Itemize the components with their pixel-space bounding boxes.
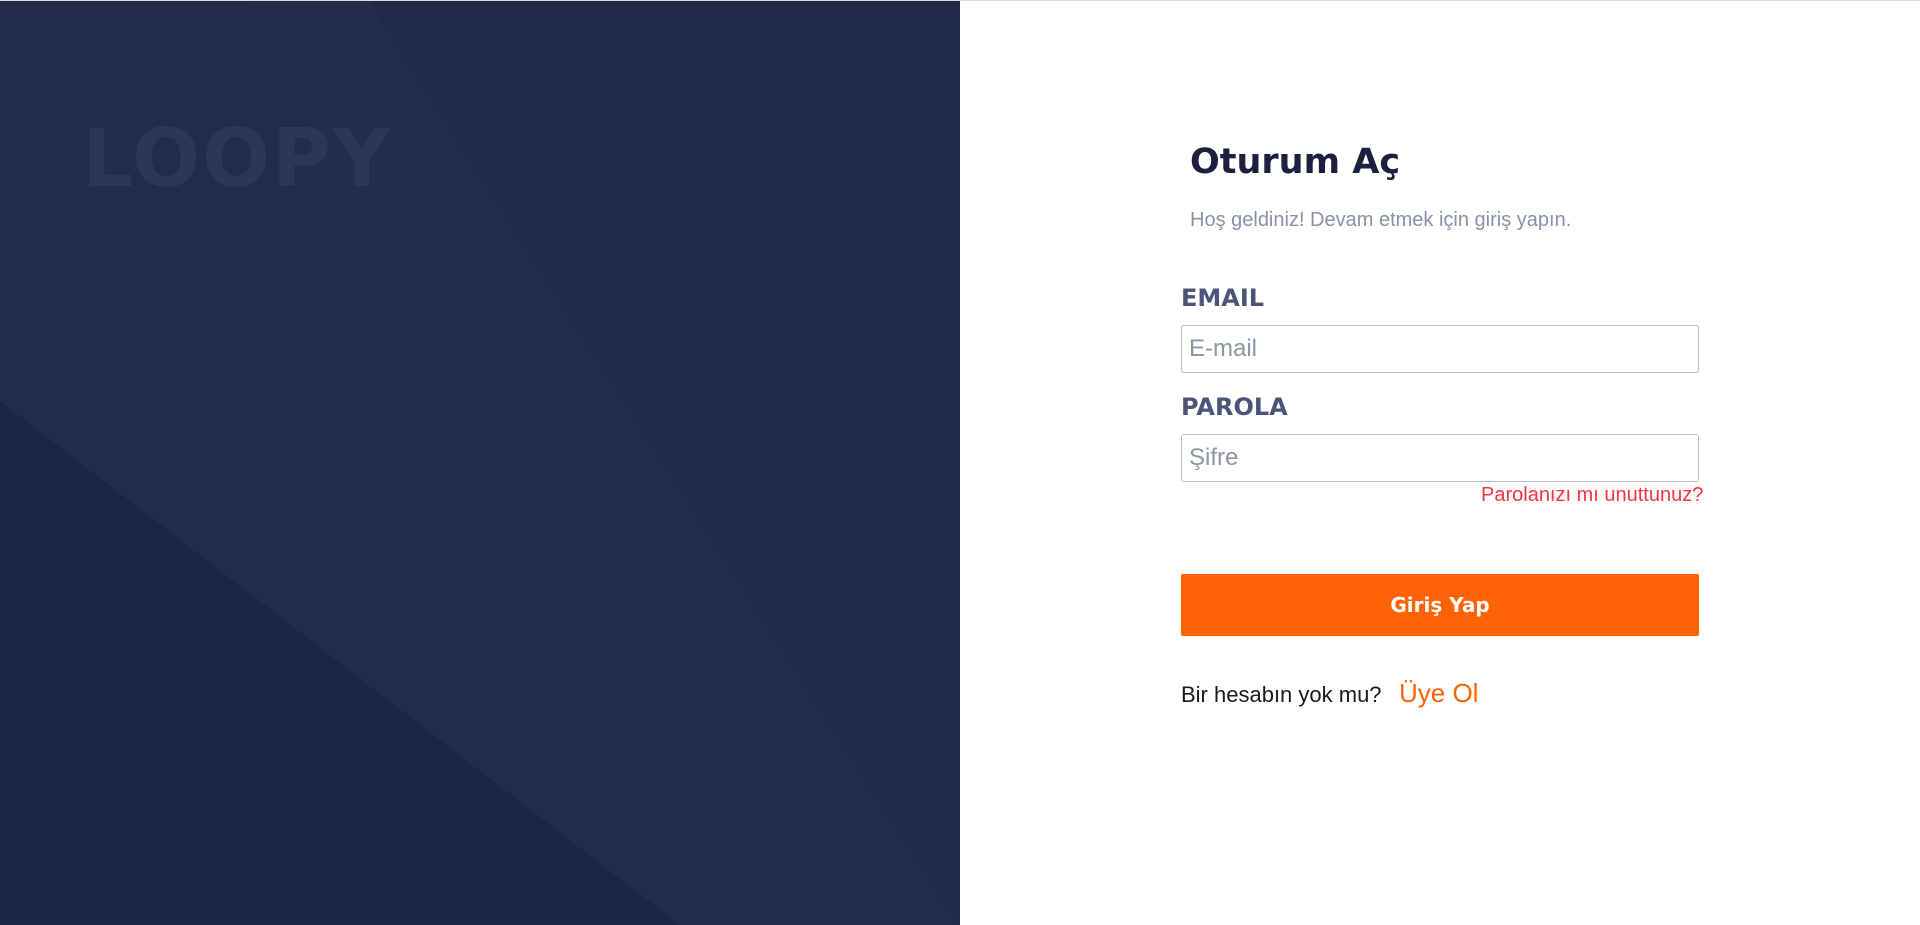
password-label: PAROLA (1181, 393, 1288, 421)
brand-panel: LOOPY (0, 1, 960, 925)
forgot-password-link[interactable]: Parolanızı mı unuttunuz? (1481, 484, 1703, 507)
page-title: Oturum Aç (1190, 142, 1401, 182)
login-button[interactable]: Giriş Yap (1181, 574, 1699, 636)
email-field[interactable] (1181, 325, 1699, 373)
page-subtitle: Hoş geldiniz! Devam etmek için giriş yap… (1190, 209, 1572, 231)
signup-prompt: Bir hesabın yok mu? (1181, 682, 1382, 707)
signup-link[interactable]: Üye Ol (1399, 678, 1478, 709)
email-label: EMAIL (1181, 284, 1265, 312)
brand-logo: LOOPY (82, 112, 393, 205)
password-field[interactable] (1181, 434, 1699, 482)
login-page: LOOPY Oturum Aç Hoş geldiniz! Devam etme… (0, 0, 1920, 925)
